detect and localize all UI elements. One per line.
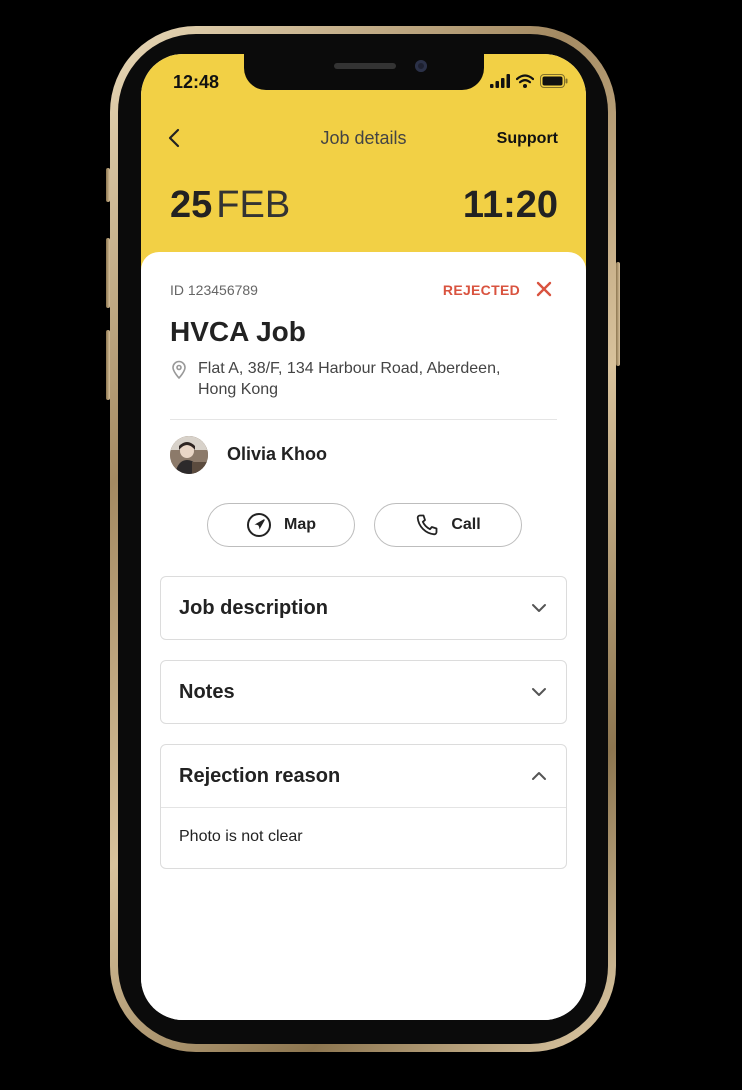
chevron-down-icon <box>532 688 546 696</box>
job-date: 25 FEB <box>170 184 290 227</box>
speaker <box>334 63 396 69</box>
wifi-icon <box>516 74 534 88</box>
map-button-label: Map <box>284 516 316 533</box>
header: 12:48 Job details Support 25 FEB 11:20 <box>141 54 586 274</box>
divider <box>170 419 557 420</box>
mute-switch <box>106 168 110 202</box>
notes-toggle[interactable]: Notes <box>161 661 566 723</box>
front-camera <box>415 60 427 72</box>
call-button[interactable]: Call <box>374 503 522 547</box>
job-card: ID 123456789 REJECTED HVCA Job Flat A, 3… <box>141 252 586 1020</box>
notes-title: Notes <box>179 680 235 703</box>
job-description-section: Job description <box>160 576 567 640</box>
notch <box>244 54 484 90</box>
call-button-label: Call <box>451 516 481 533</box>
notes-section: Notes <box>160 660 567 724</box>
status-time: 12:48 <box>173 72 220 92</box>
date-month: FEB <box>216 184 291 226</box>
job-description-title: Job description <box>179 596 328 619</box>
job-id: ID 123456789 <box>170 282 258 298</box>
support-link[interactable]: Support <box>497 130 558 148</box>
job-title: HVCA Job <box>170 316 306 347</box>
chevron-down-icon <box>532 604 546 612</box>
signal-icon <box>490 74 510 88</box>
contact-name: Olivia Khoo <box>227 444 328 464</box>
volume-down-button <box>106 330 110 400</box>
job-description-toggle[interactable]: Job description <box>161 577 566 639</box>
rejection-reason-text: Photo is not clear <box>161 807 566 868</box>
chevron-up-icon <box>532 772 546 780</box>
app-screen: 12:48 Job details Support 25 FEB 11:20 I… <box>141 54 586 1020</box>
battery-icon <box>540 74 568 88</box>
avatar-photo <box>170 436 208 474</box>
rejection-reason-toggle[interactable]: Rejection reason <box>161 745 566 807</box>
status-icons <box>490 74 568 88</box>
rejection-reason-title: Rejection reason <box>179 764 341 787</box>
close-icon[interactable] <box>534 279 554 299</box>
date-day: 25 <box>170 184 213 226</box>
job-time: 11:20 <box>462 184 558 226</box>
navigation-icon <box>247 513 271 537</box>
location-pin-icon <box>172 360 186 380</box>
job-address: Flat A, 38/F, 134 Harbour Road, Aberdeen… <box>170 358 518 400</box>
address-text: Flat A, 38/F, 134 Harbour Road, Aberdeen… <box>198 360 501 398</box>
volume-up-button <box>106 238 110 308</box>
rejection-reason-section: Rejection reason Photo is not clear <box>160 744 567 869</box>
status-badge: REJECTED <box>442 282 520 298</box>
phone-icon <box>417 514 438 536</box>
power-button <box>616 262 620 366</box>
map-button[interactable]: Map <box>207 503 355 547</box>
avatar <box>170 436 208 474</box>
